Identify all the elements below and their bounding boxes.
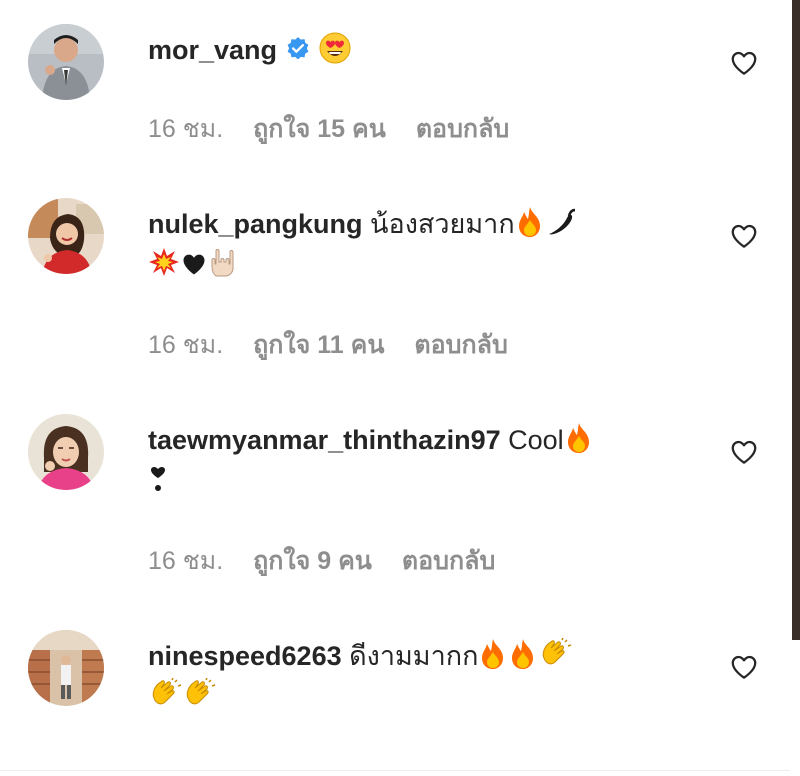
avatar[interactable] (28, 630, 104, 706)
comment-text-line-2 (148, 677, 216, 720)
fire-icon (478, 638, 508, 680)
comment-text-line: mor_vang (148, 31, 351, 74)
reply-button[interactable]: ตอบกลับ (416, 115, 509, 143)
username[interactable]: ninespeed6263 (148, 641, 342, 671)
comment-meta: 16 ชม. ถูกใจ 15 คน ตอบกลับ (148, 109, 539, 149)
comment-text-line: nulek_pangkung น้องสวยมาก (148, 205, 577, 248)
clapping-hands-icon (148, 677, 182, 720)
comment-time[interactable]: 16 ชม. (148, 331, 223, 359)
comment-text-line: taewmyanmar_thinthazin97 Cool (148, 421, 594, 464)
likes-count[interactable]: ถูกใจ 9 คน (253, 547, 372, 575)
comment-body: Cool (508, 425, 564, 455)
like-heart-icon[interactable] (729, 221, 759, 251)
like-heart-icon[interactable] (729, 652, 759, 682)
likes-count[interactable]: ถูกใจ 15 คน (253, 115, 386, 143)
black-heart-icon (180, 250, 208, 288)
verified-badge-icon (285, 34, 311, 72)
collision-icon (148, 246, 180, 288)
reply-button[interactable]: ตอบกลับ (414, 331, 507, 359)
comment-body: ดีงามมากก (349, 641, 479, 671)
background-blank-edge (792, 640, 800, 776)
clapping-hands-icon (182, 677, 216, 720)
likes-count[interactable]: ถูกใจ 11 คน (253, 331, 384, 359)
hot-pepper-icon (545, 206, 577, 248)
username[interactable]: taewmyanmar_thinthazin97 (148, 425, 501, 455)
comment-meta: 16 ชม. ถูกใจ 9 คน ตอบกลับ (148, 541, 525, 581)
clapping-hands-icon (538, 637, 572, 680)
avatar[interactable] (28, 198, 104, 274)
comment-text-line-2 (148, 245, 240, 288)
fire-icon (564, 422, 594, 464)
comment-time[interactable]: 16 ชม. (148, 115, 223, 143)
comment-body: น้องสวยมาก (370, 209, 515, 239)
fire-icon (508, 638, 538, 680)
love-you-gesture-icon (208, 246, 240, 288)
background-photo-edge (792, 0, 800, 640)
avatar[interactable] (28, 24, 104, 100)
divider (0, 770, 790, 771)
avatar[interactable] (28, 414, 104, 490)
comments-panel: mor_vang 16 ชม. ถูกใจ 15 คน ตอบกลับ nulek_… (0, 0, 800, 776)
heart-eyes-icon (319, 32, 351, 74)
username[interactable]: mor_vang (148, 35, 277, 65)
fire-icon (515, 206, 545, 248)
like-heart-icon[interactable] (729, 437, 759, 467)
username[interactable]: nulek_pangkung (148, 209, 363, 239)
like-heart-icon[interactable] (729, 48, 759, 78)
comment-text-line: ninespeed6263 ดีงามมากก (148, 637, 572, 680)
heart-exclamation-icon (148, 464, 168, 504)
comment-meta: 16 ชม. ถูกใจ 11 คน ตอบกลับ (148, 325, 538, 365)
comment-time[interactable]: 16 ชม. (148, 547, 223, 575)
reply-button[interactable]: ตอบกลับ (402, 547, 495, 575)
comment-text-line-2 (148, 461, 168, 504)
